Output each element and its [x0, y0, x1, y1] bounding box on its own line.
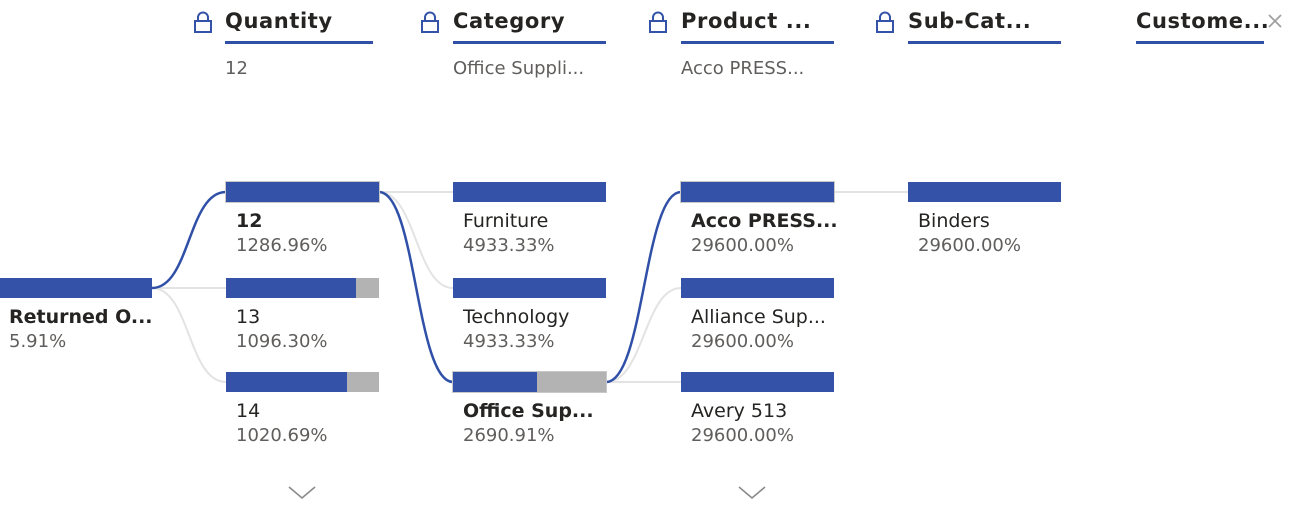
node-label: Binders [918, 210, 990, 232]
node-bar-remainder [356, 278, 379, 298]
node-bar [452, 371, 607, 393]
node-value: 4933.33% [463, 235, 555, 256]
node-label: Furniture [463, 210, 549, 232]
node-value: 29600.00% [691, 425, 794, 446]
node-label: Technology [463, 306, 570, 328]
node-bar-remainder [537, 372, 606, 392]
node-bar-remainder [347, 372, 379, 392]
chevron-down-icon[interactable] [737, 485, 767, 501]
node-value: 1096.30% [236, 331, 328, 352]
connector-line [605, 287, 682, 383]
node-value: 29600.00% [918, 235, 1021, 256]
node-label: 13 [236, 306, 261, 328]
selected-path [605, 190, 682, 384]
connector-line [378, 191, 454, 289]
node-label: Returned O... [9, 306, 153, 328]
node-bar [681, 278, 834, 298]
node-bar [453, 182, 606, 202]
node-label: 12 [236, 210, 263, 232]
node-value: 29600.00% [691, 235, 794, 256]
node-label: Acco PRESS... [691, 210, 838, 232]
node-label: Alliance Sup... [691, 306, 826, 328]
node-bar [226, 278, 379, 298]
node-bar [453, 278, 606, 298]
node-label: Avery 513 [691, 400, 788, 422]
node-value: 5.91% [9, 331, 67, 352]
connector-line [151, 287, 227, 383]
node-label: 14 [236, 400, 261, 422]
chevron-down-icon[interactable] [287, 485, 317, 501]
node-bar [226, 372, 379, 392]
node-value: 4933.33% [463, 331, 555, 352]
node-value: 29600.00% [691, 331, 794, 352]
node-bar [0, 278, 152, 298]
node-bar [680, 181, 835, 203]
node-value: 1286.96% [236, 235, 328, 256]
node-label: Office Sup... [463, 400, 594, 422]
node-value: 1020.69% [236, 425, 328, 446]
selected-path [378, 190, 454, 384]
selected-path [151, 190, 227, 290]
node-bar [681, 372, 834, 392]
node-bar [225, 181, 380, 203]
node-bar [908, 182, 1061, 202]
node-value: 2690.91% [463, 425, 555, 446]
tree-connectors [151, 190, 908, 384]
